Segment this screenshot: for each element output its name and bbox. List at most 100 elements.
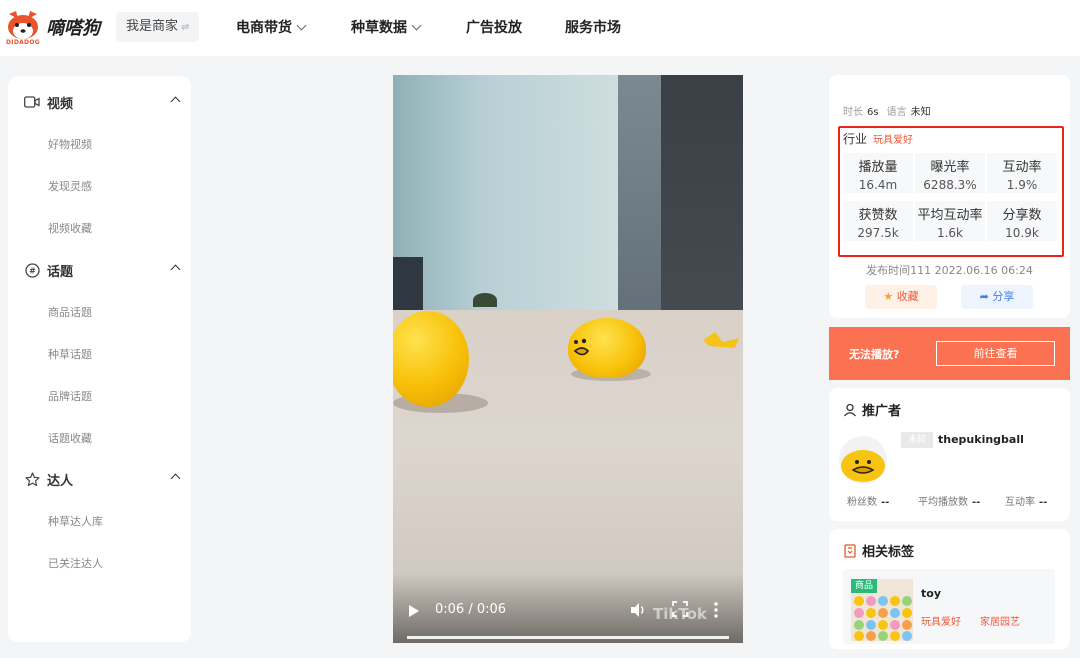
sidebar-item-influencer-library[interactable]: 种草达人库	[48, 513, 103, 529]
merchant-switch-button[interactable]: 我是商家 ⇌	[116, 12, 200, 42]
play-icon[interactable]	[409, 605, 419, 617]
avatar[interactable]	[839, 436, 887, 484]
svg-text:#: #	[29, 266, 36, 275]
stat-label: 平均互动率	[917, 208, 983, 223]
favorite-button[interactable]: ★ 收藏	[865, 285, 937, 309]
fullscreen-icon[interactable]	[672, 601, 688, 617]
nav-ecommerce[interactable]: 电商带货	[236, 0, 307, 56]
nav-label: 电商带货	[236, 20, 292, 36]
promoter-card: 推广者 未知 thepukingball 粉丝数 -- 平均播放数 -- 互动率 --	[829, 388, 1070, 521]
promoter-title: 推广者	[843, 400, 901, 419]
video-frame-plant	[473, 293, 497, 307]
video-time: 0:06 / 0:06	[435, 602, 507, 617]
avg-plays: 平均播放数 --	[918, 493, 980, 508]
chevron-down-icon	[411, 20, 422, 31]
stat-label: 互动率	[1002, 160, 1042, 175]
product-badge: 商品	[851, 579, 877, 593]
stat-label: 分享数	[1002, 208, 1042, 223]
section-title: 话题	[47, 264, 74, 280]
card-title-text: 相关标签	[862, 545, 915, 560]
merchant-label: 我是商家	[126, 19, 179, 34]
video-frame-ball-face	[573, 338, 590, 356]
stat-label: 互动率	[1005, 497, 1035, 508]
industry-row: 行业 玩具爱好	[843, 130, 913, 147]
stat-avg-interaction: 平均互动率 1.6k	[915, 201, 985, 241]
brand-logo[interactable]: 嘀嗒狗 DIDADOG	[6, 8, 106, 48]
favorite-label: 收藏	[896, 290, 919, 303]
card-title-text: 推广者	[862, 404, 902, 419]
nav-ads[interactable]: 广告投放	[466, 0, 522, 56]
industry-value: 玩具爱好	[873, 135, 914, 146]
nav-seeding-data[interactable]: 种草数据	[351, 0, 422, 56]
star-filled-icon: ★	[883, 290, 894, 303]
star-icon	[24, 471, 40, 487]
top-header: 嘀嗒狗 DIDADOG 我是商家 ⇌ 电商带货 种草数据 广告投放 服务市场	[0, 0, 1080, 56]
sidebar-item-topic-favorites[interactable]: 话题收藏	[48, 430, 92, 446]
related-tags-card: 相关标签 商品 toy 玩具爱好 家居园艺	[829, 529, 1070, 649]
share-button[interactable]: ➦ 分享	[961, 285, 1033, 309]
stat-value: 6288.3%	[923, 178, 977, 192]
video-detail-card: 时长 6s 语言 未知 行业 玩具爱好 播放量 16.4m 曝光率 6288.3% 互动…	[829, 75, 1070, 318]
stat-shares: 分享数 10.9k	[987, 201, 1057, 241]
video-icon	[24, 94, 40, 110]
sidebar-item-seeding-topics[interactable]: 种草话题	[48, 346, 92, 362]
nav-service-market[interactable]: 服务市场	[565, 0, 621, 56]
video-meta: 时长 6s 语言 未知	[843, 103, 939, 118]
switch-icon: ⇌	[181, 22, 190, 33]
nav-label: 广告投放	[466, 20, 522, 36]
stat-value: 16.4m	[858, 178, 898, 192]
dog-logo-icon	[8, 11, 38, 39]
left-sidebar: 视频 好物视频 发现灵感 视频收藏 # 话题 商品话题 种草话题 品牌话题 话题…	[8, 76, 191, 642]
tag-item[interactable]: 商品 toy 玩具爱好 家居园艺	[843, 569, 1055, 644]
stat-interaction-rate: 互动率 1.9%	[987, 153, 1057, 193]
brand-subtitle: DIDADOG	[6, 39, 40, 46]
volume-icon[interactable]	[629, 601, 647, 619]
playback-issue-banner: 无法播放? 前往查看	[829, 327, 1070, 380]
section-title: 达人	[47, 473, 74, 489]
sidebar-item-video-favorites[interactable]: 视频收藏	[48, 220, 92, 236]
sidebar-item-inspiration[interactable]: 发现灵感	[48, 178, 92, 194]
section-title: 视频	[47, 96, 74, 112]
hashtag-icon: #	[24, 262, 40, 278]
video-frame-chair	[393, 257, 423, 317]
stat-value: --	[881, 497, 890, 508]
person-icon	[844, 403, 856, 416]
nav-label: 服务市场	[565, 20, 621, 36]
video-progress-bar[interactable]	[407, 636, 729, 639]
stat-value: --	[972, 497, 981, 508]
more-options-icon[interactable]	[713, 601, 719, 619]
tag-category-toys[interactable]: 玩具爱好	[921, 613, 961, 628]
stat-value: 10.9k	[1005, 226, 1039, 240]
language-label: 语言	[886, 107, 907, 118]
nav-label: 种草数据	[351, 20, 407, 36]
author-name[interactable]: thepukingball	[938, 433, 1024, 446]
tags-title: 相关标签	[843, 541, 914, 560]
stat-value: --	[1039, 497, 1048, 508]
sidebar-section-influencers[interactable]: 达人	[24, 469, 181, 489]
publish-time: 发布时间111 2022.06.16 06:24	[866, 264, 1033, 277]
tag-category-home-garden[interactable]: 家居园艺	[980, 613, 1020, 628]
sidebar-item-product-topics[interactable]: 商品话题	[48, 304, 92, 320]
sidebar-section-topics[interactable]: # 话题	[24, 260, 181, 280]
avatar-image	[841, 450, 885, 482]
stat-label: 平均播放数	[918, 497, 968, 508]
brand-name: 嘀嗒狗	[46, 18, 100, 39]
chevron-up-icon	[170, 96, 181, 107]
chevron-down-icon	[296, 20, 307, 31]
tag-thumbnail: 商品	[851, 579, 913, 641]
stat-value: 1.9%	[1006, 178, 1038, 192]
stat-value: 297.5k	[857, 226, 899, 240]
share-arrow-icon: ➦	[979, 290, 989, 303]
bookmark-icon	[844, 543, 856, 558]
stat-label: 获赞数	[858, 208, 898, 223]
stat-label: 播放量	[858, 160, 898, 175]
go-view-button[interactable]: 前往查看	[936, 341, 1055, 366]
sidebar-item-followed-influencers[interactable]: 已关注达人	[48, 555, 103, 571]
video-player[interactable]: 0:06 / 0:06 TikTok	[393, 75, 743, 643]
sidebar-item-brand-topics[interactable]: 品牌话题	[48, 388, 92, 404]
stat-likes: 获赞数 297.5k	[843, 201, 913, 241]
sidebar-section-video[interactable]: 视频	[24, 92, 181, 112]
sidebar-item-good-videos[interactable]: 好物视频	[48, 136, 92, 152]
stat-value: 1.6k	[936, 226, 964, 240]
chevron-up-icon	[170, 264, 181, 275]
